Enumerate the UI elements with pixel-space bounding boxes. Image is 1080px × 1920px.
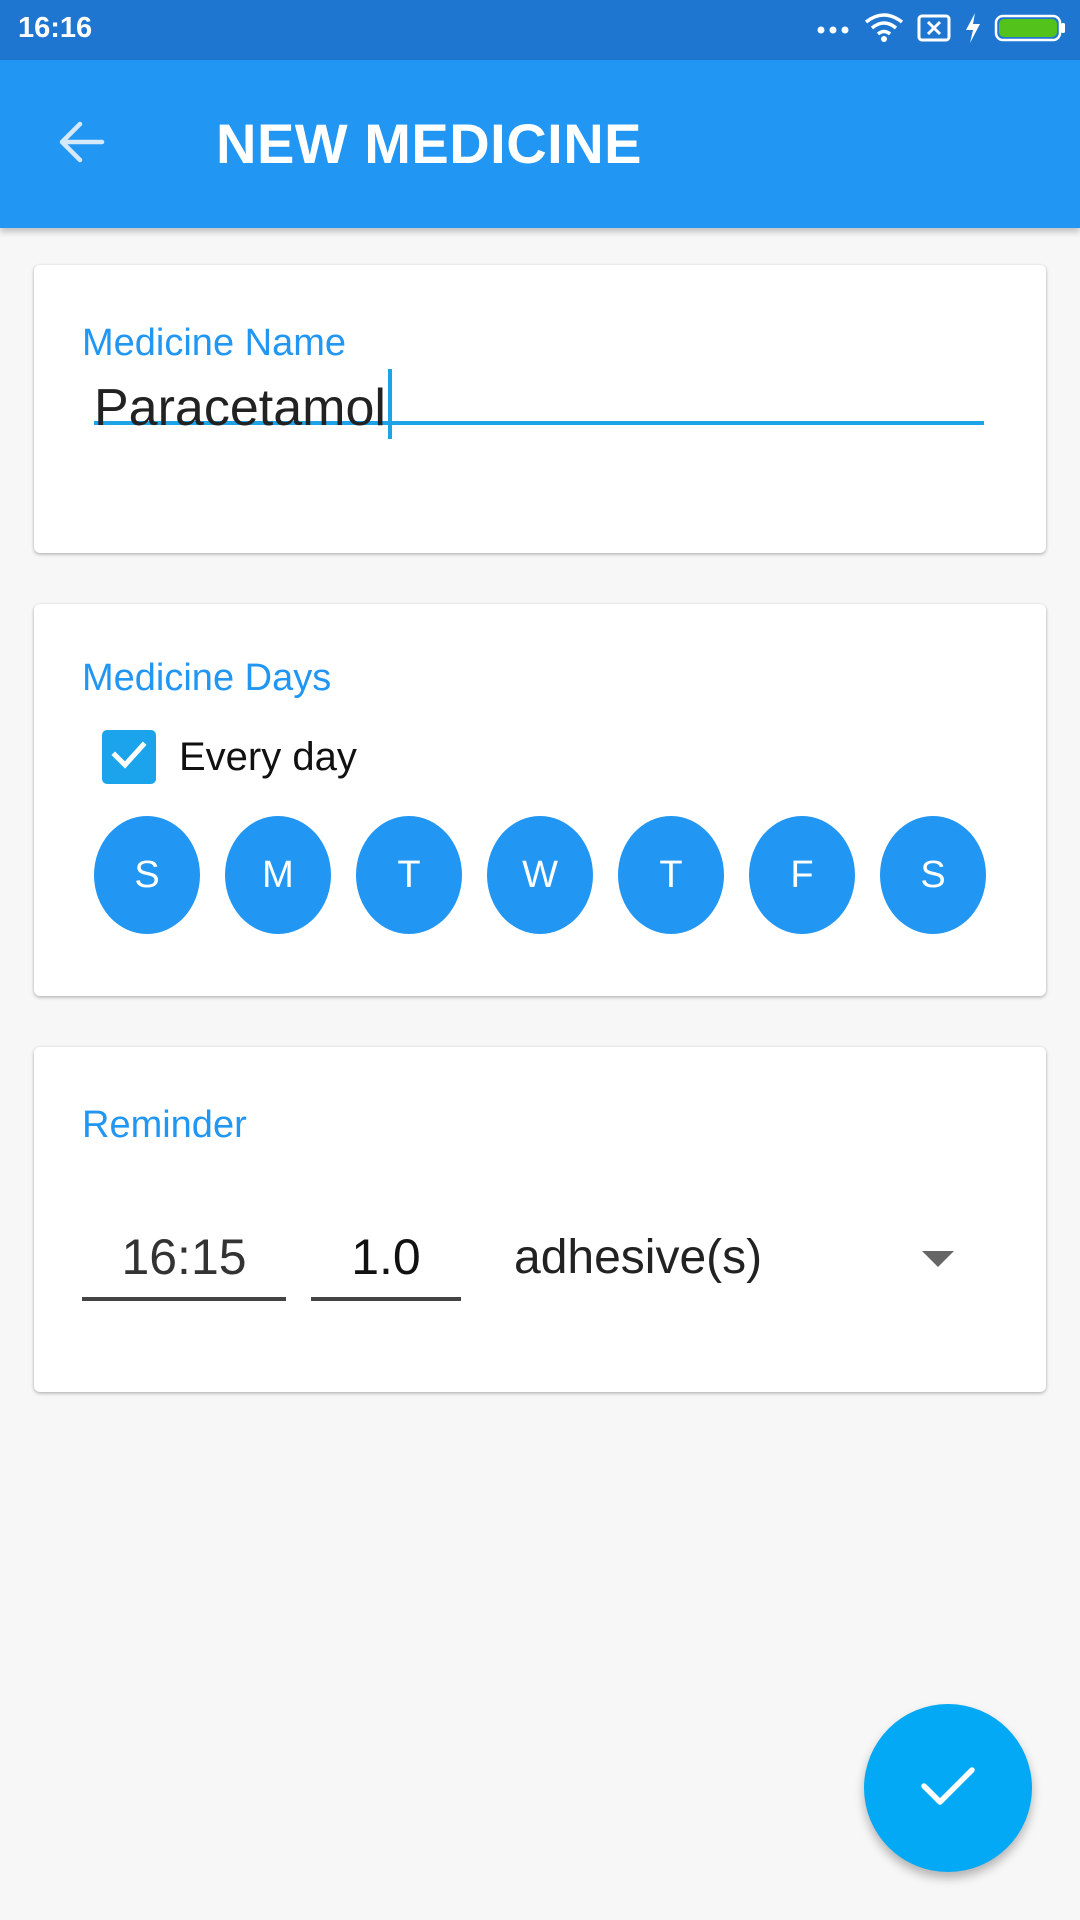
every-day-label[interactable]: Every day [179, 734, 357, 780]
back-button[interactable] [50, 112, 114, 176]
check-icon [109, 735, 149, 780]
unit-dropdown[interactable]: adhesive(s) [514, 1217, 984, 1297]
more-dots-icon [816, 21, 852, 39]
check-icon [918, 1756, 978, 1821]
reminder-card: Reminder 16:15 1.0 adhesive(s) [34, 1047, 1046, 1392]
medicine-name-card: Medicine Name Paracetamol [34, 265, 1046, 553]
wifi-icon [864, 12, 904, 49]
charging-icon [964, 12, 982, 49]
battery-icon [994, 13, 1066, 48]
medicine-name-label: Medicine Name [82, 322, 346, 364]
status-bar: 16:16 [0, 0, 1080, 60]
medicine-name-input[interactable]: Paracetamol [94, 361, 984, 439]
text-caret [387, 369, 392, 439]
reminder-label: Reminder [82, 1104, 247, 1146]
unit-value: adhesive(s) [514, 1230, 763, 1284]
day-button-saturday[interactable]: S [880, 816, 986, 934]
medicine-name-value: Paracetamol [94, 379, 386, 437]
day-button-friday[interactable]: F [749, 816, 855, 934]
save-fab-button[interactable] [864, 1704, 1032, 1872]
day-button-tuesday[interactable]: T [356, 816, 462, 934]
day-button-monday[interactable]: M [225, 816, 331, 934]
status-time: 16:16 [18, 12, 93, 44]
day-button-sunday[interactable]: S [94, 816, 200, 934]
app-bar: NEW MEDICINE [0, 60, 1080, 228]
no-sim-icon [916, 13, 952, 48]
day-button-wednesday[interactable]: W [487, 816, 593, 934]
every-day-checkbox[interactable] [102, 730, 156, 784]
status-icons [816, 10, 1066, 50]
arrow-back-icon [56, 116, 108, 173]
medicine-days-card: Medicine Days Every day S M T W T F S [34, 604, 1046, 996]
medicine-days-label: Medicine Days [82, 657, 332, 699]
day-button-thursday[interactable]: T [618, 816, 724, 934]
dropdown-arrow-icon [922, 1251, 954, 1267]
page-title: NEW MEDICINE [216, 112, 642, 175]
reminder-time-field[interactable]: 16:15 [82, 1217, 286, 1301]
reminder-quantity-field[interactable]: 1.0 [311, 1217, 461, 1301]
